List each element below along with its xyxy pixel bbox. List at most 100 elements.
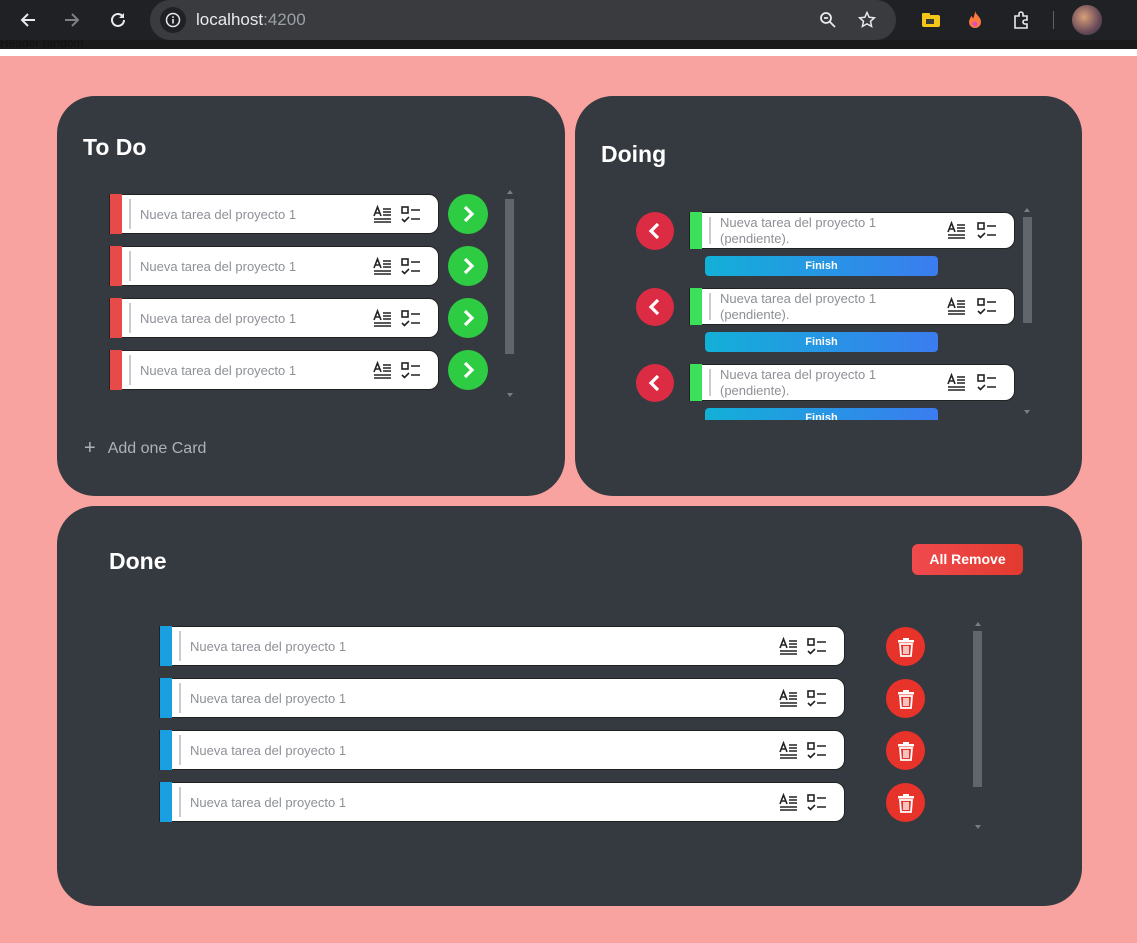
- doing-card[interactable]: Nueva tarea del proyecto 1 (pendiente).: [689, 212, 1015, 249]
- delete-card-button[interactable]: [886, 731, 925, 770]
- doing-scroll-up[interactable]: [1024, 208, 1030, 212]
- todo-card[interactable]: Nueva tarea del proyecto 1: [109, 246, 439, 286]
- chevron-right-icon: [463, 361, 475, 379]
- url-text: localhost:4200: [196, 10, 306, 29]
- done-title: Done: [109, 548, 167, 574]
- description-icon: [946, 372, 968, 394]
- bookmark-star-icon[interactable]: [853, 6, 881, 34]
- description-icon: [372, 308, 394, 330]
- card-text: Nueva tarea del proyecto 1: [190, 639, 347, 654]
- move-back-button[interactable]: [636, 364, 674, 402]
- checklist-icon: [806, 688, 828, 710]
- description-icon: [778, 740, 800, 762]
- delete-card-button[interactable]: [886, 679, 925, 718]
- todo-card[interactable]: Nueva tarea del proyecto 1: [109, 298, 439, 338]
- plus-icon: +: [84, 437, 96, 459]
- add-card-label: Add one Card: [107, 439, 207, 457]
- checklist-icon: [976, 296, 998, 318]
- move-back-button[interactable]: [636, 212, 674, 250]
- extensions-puzzle-icon[interactable]: [1007, 6, 1035, 34]
- checklist-icon: [400, 308, 422, 330]
- chevron-right-icon: [463, 205, 475, 223]
- delete-card-button[interactable]: [886, 627, 925, 666]
- description-icon: [372, 360, 394, 382]
- move-to-doing-button[interactable]: [448, 194, 488, 234]
- card-text: Nueva tarea del proyecto 1: [190, 795, 347, 810]
- header-text: Header random: [0, 40, 84, 50]
- toolbar-divider: [1053, 11, 1054, 29]
- profile-avatar[interactable]: [1072, 5, 1102, 35]
- trash-icon: [897, 741, 914, 761]
- done-card[interactable]: Nueva tarea del proyecto 1: [159, 678, 845, 718]
- doing-scroll-down[interactable]: [1024, 410, 1030, 414]
- checklist-icon: [976, 220, 998, 242]
- move-back-button[interactable]: [636, 288, 674, 326]
- done-scrollbar[interactable]: [973, 631, 982, 787]
- doing-card[interactable]: Nueva tarea del proyecto 1 (pendiente).: [689, 288, 1015, 325]
- delete-card-button[interactable]: [886, 783, 925, 822]
- trash-icon: [897, 793, 914, 813]
- move-to-doing-button[interactable]: [448, 350, 488, 390]
- finish-button[interactable]: Finish: [705, 332, 938, 352]
- app-header: Header random: [0, 40, 1137, 56]
- browser-toolbar: localhost:4200: [0, 0, 1137, 40]
- todo-card[interactable]: Nueva tarea del proyecto 1: [109, 350, 439, 390]
- back-arrow-icon[interactable]: [14, 6, 42, 34]
- card-color-stripe: [110, 194, 122, 234]
- done-card[interactable]: Nueva tarea del proyecto 1: [159, 626, 845, 666]
- remove-all-button[interactable]: All Remove: [912, 544, 1023, 575]
- done-card[interactable]: Nueva tarea del proyecto 1: [159, 782, 845, 822]
- doing-scrollbar[interactable]: [1023, 217, 1032, 323]
- description-icon: [778, 636, 800, 658]
- checklist-icon: [400, 256, 422, 278]
- extension-folder-icon[interactable]: [917, 6, 945, 34]
- checklist-icon: [806, 636, 828, 658]
- chevron-right-icon: [463, 309, 475, 327]
- forward-arrow-icon[interactable]: [58, 6, 86, 34]
- address-bar[interactable]: localhost:4200: [150, 0, 896, 40]
- finish-button[interactable]: Finish: [705, 408, 938, 420]
- card-text: Nueva tarea del proyecto 1: [140, 311, 297, 326]
- move-to-doing-button[interactable]: [448, 246, 488, 286]
- done-card[interactable]: Nueva tarea del proyecto 1: [159, 730, 845, 770]
- checklist-icon: [806, 792, 828, 814]
- extension-flame-icon[interactable]: [961, 6, 989, 34]
- todo-scroll-down[interactable]: [507, 393, 513, 397]
- checklist-icon: [400, 360, 422, 382]
- card-text: Nueva tarea del proyecto 1: [190, 691, 347, 706]
- reload-icon[interactable]: [104, 6, 132, 34]
- done-scroll-up[interactable]: [975, 622, 981, 626]
- add-card-button[interactable]: + Add one Card: [84, 437, 206, 460]
- description-icon: [372, 204, 394, 226]
- done-scroll-down[interactable]: [975, 825, 981, 829]
- trash-icon: [897, 689, 914, 709]
- card-text: Nueva tarea del proyecto 1: [140, 207, 297, 222]
- zoom-icon[interactable]: [814, 6, 842, 34]
- card-text: Nueva tarea del proyecto 1 (pendiente).: [720, 367, 877, 398]
- checklist-icon: [806, 740, 828, 762]
- card-text: Nueva tarea del proyecto 1: [190, 743, 347, 758]
- card-text: Nueva tarea del proyecto 1 (pendiente).: [720, 215, 877, 246]
- move-to-doing-button[interactable]: [448, 298, 488, 338]
- chevron-left-icon: [648, 222, 660, 240]
- description-icon: [778, 792, 800, 814]
- description-icon: [778, 688, 800, 710]
- card-text: Nueva tarea del proyecto 1: [140, 363, 297, 378]
- todo-scrollbar[interactable]: [505, 199, 514, 354]
- doing-title: Doing: [601, 141, 667, 167]
- doing-card[interactable]: Nueva tarea del proyecto 1 (pendiente).: [689, 364, 1015, 401]
- todo-scroll-up[interactable]: [507, 190, 513, 194]
- card-text: Nueva tarea del proyecto 1 (pendiente).: [720, 291, 877, 322]
- checklist-icon: [400, 204, 422, 226]
- description-icon: [372, 256, 394, 278]
- todo-card[interactable]: Nueva tarea del proyecto 1: [109, 194, 439, 234]
- checklist-icon: [976, 372, 998, 394]
- todo-title: To Do: [83, 134, 147, 160]
- trash-icon: [897, 637, 914, 657]
- chevron-left-icon: [648, 298, 660, 316]
- site-info-icon[interactable]: [160, 7, 186, 33]
- finish-button[interactable]: Finish: [705, 256, 938, 276]
- description-icon: [946, 296, 968, 318]
- doing-card-list: Nueva tarea del proyecto 1 (pendiente). F…: [630, 205, 1022, 420]
- chevron-right-icon: [463, 257, 475, 275]
